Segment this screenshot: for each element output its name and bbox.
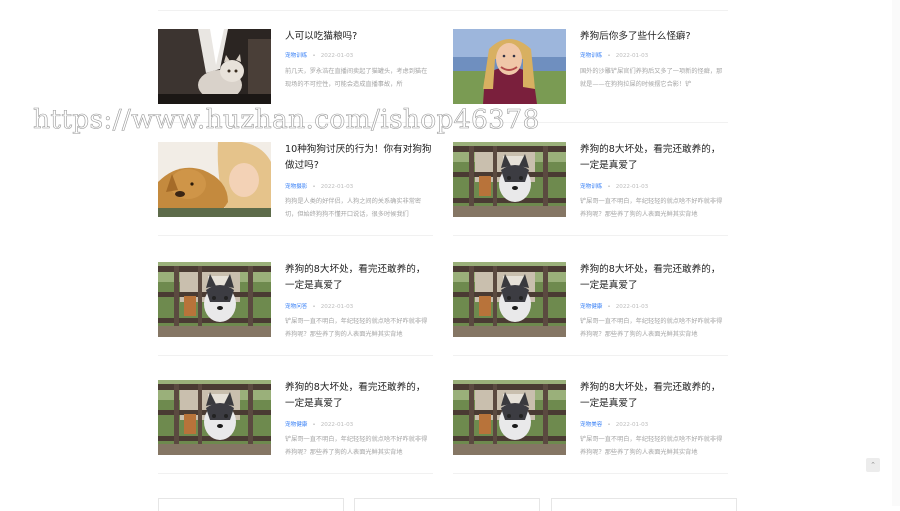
article-thumbnail[interactable]	[158, 29, 271, 104]
article-category[interactable]: 宠物健康	[580, 304, 602, 310]
top-divider	[158, 10, 728, 11]
article-excerpt: 前几天，罗永浩在直播间卖起了猫罐头，考虑到猫在现场的不可控性，可能会造成直播事故…	[285, 68, 428, 88]
footer-card-1	[158, 498, 344, 511]
article-title[interactable]: 养狗的8大坏处，看完还敢养的，一定是真爱了	[285, 262, 433, 294]
article-title[interactable]: 10种狗狗讨厌的行为！你有对狗狗做过吗?	[285, 142, 433, 174]
meta-separator: •	[312, 304, 316, 310]
article-date: 2022-01-03	[320, 422, 354, 428]
article-title[interactable]: 养狗的8大坏处，看完还敢养的，一定是真爱了	[580, 262, 728, 294]
article-meta: 宠物健康 • 2022-01-03	[285, 420, 353, 428]
row-divider	[453, 235, 728, 236]
article-date: 2022-01-03	[615, 53, 649, 59]
article-date: 2022-01-03	[320, 304, 354, 310]
row-divider	[158, 122, 433, 123]
article-category[interactable]: 宠物问答	[285, 304, 307, 310]
article-card[interactable]: 人可以吃猫粮吗? 宠物训练 • 2022-01-03 前几天，罗永浩在直播间卖起了猫罐头…	[158, 29, 433, 147]
article-meta: 宠物摄影 • 2022-01-03	[285, 182, 353, 190]
meta-separator: •	[312, 184, 316, 190]
article-category[interactable]: 宠物健康	[285, 422, 307, 428]
article-card[interactable]: 养狗的8大坏处，看完还敢养的，一定是真爱了宠物训练 • 2022-01-03 铲屎哥一…	[453, 142, 728, 260]
article-thumbnail[interactable]	[453, 262, 566, 337]
row-divider	[453, 122, 728, 123]
article-meta: 宠物健康 • 2022-01-03	[580, 302, 648, 310]
article-thumbnail[interactable]	[453, 142, 566, 217]
article-thumbnail[interactable]	[453, 380, 566, 455]
article-card[interactable]: 养狗的8大坏处，看完还敢养的，一定是真爱了宠物健康 • 2022-01-03 铲屎哥一…	[453, 262, 728, 380]
footer-card-3	[551, 498, 737, 511]
footer-card-2	[354, 498, 540, 511]
meta-separator: •	[607, 53, 611, 59]
article-card[interactable]: 养狗的8大坏处，看完还敢养的，一定是真爱了宠物美容 • 2022-01-03 铲屎哥一…	[453, 380, 728, 498]
article-title[interactable]: 养狗后你多了些什么怪癖?	[580, 29, 728, 45]
article-meta: 宠物问答 • 2022-01-03	[285, 302, 353, 310]
article-card[interactable]: 养狗的8大坏处，看完还敢养的，一定是真爱了宠物问答 • 2022-01-03 铲屎哥一…	[158, 262, 433, 380]
row-divider	[453, 473, 728, 474]
meta-separator: •	[607, 184, 611, 190]
article-title[interactable]: 人可以吃猫粮吗?	[285, 29, 433, 45]
article-category[interactable]: 宠物训练	[580, 53, 602, 59]
meta-separator: •	[607, 422, 611, 428]
article-date: 2022-01-03	[320, 184, 354, 190]
article-excerpt: 铲屎哥一直不明白，年纪轻轻的就点啥不好咋就非得养狗呢？那些养了狗的人表面光鲜其实…	[285, 436, 428, 456]
article-excerpt: 狗狗是人类的好伴侣，人狗之间的关系确实非常密切，但始终狗狗不懂开口说话，很多时候…	[285, 198, 422, 218]
article-excerpt: 铲屎哥一直不明白，年纪轻轻的就点啥不好咋就非得养狗呢？那些养了狗的人表面光鲜其实…	[285, 318, 428, 338]
article-meta: 宠物训练 • 2022-01-03	[580, 51, 648, 59]
article-thumbnail[interactable]	[158, 142, 271, 217]
article-category[interactable]: 宠物训练	[580, 184, 602, 190]
meta-separator: •	[312, 53, 316, 59]
article-title[interactable]: 养狗的8大坏处，看完还敢养的，一定是真爱了	[580, 380, 728, 412]
article-card[interactable]: 养狗后你多了些什么怪癖? 宠物训练 • 2022-01-03 国外的沙雕铲屎官们养狗后又…	[453, 29, 728, 147]
article-excerpt: 铲屎哥一直不明白，年纪轻轻的就点啥不好咋就非得养狗呢？那些养了狗的人表面光鲜其实…	[580, 198, 723, 218]
row-divider	[158, 473, 433, 474]
article-meta: 宠物训练 • 2022-01-03	[285, 51, 353, 59]
row-divider	[453, 355, 728, 356]
article-thumbnail[interactable]	[158, 262, 271, 337]
article-thumbnail[interactable]	[158, 380, 271, 455]
meta-separator: •	[312, 422, 316, 428]
article-excerpt: 铲屎哥一直不明白，年纪轻轻的就点啥不好咋就非得养狗呢？那些养了狗的人表面光鲜其实…	[580, 436, 723, 456]
article-card[interactable]: 养狗的8大坏处，看完还敢养的，一定是真爱了宠物健康 • 2022-01-03 铲屎哥一…	[158, 380, 433, 498]
article-category[interactable]: 宠物摄影	[285, 184, 307, 190]
article-title[interactable]: 养狗的8大坏处，看完还敢养的，一定是真爱了	[580, 142, 728, 174]
article-thumbnail[interactable]	[453, 29, 566, 104]
article-category[interactable]: 宠物训练	[285, 53, 307, 59]
article-category[interactable]: 宠物美容	[580, 422, 602, 428]
chevron-up-icon: ⌃	[870, 461, 876, 469]
article-date: 2022-01-03	[615, 184, 649, 190]
scrollbar[interactable]	[892, 0, 900, 506]
article-title[interactable]: 养狗的8大坏处，看完还敢养的，一定是真爱了	[285, 380, 433, 412]
meta-separator: •	[607, 304, 611, 310]
article-date: 2022-01-03	[615, 304, 649, 310]
row-divider	[158, 235, 433, 236]
back-to-top-button[interactable]: ⌃	[866, 458, 880, 472]
article-date: 2022-01-03	[320, 53, 354, 59]
article-meta: 宠物美容 • 2022-01-03	[580, 420, 648, 428]
article-meta: 宠物训练 • 2022-01-03	[580, 182, 648, 190]
row-divider	[158, 355, 433, 356]
article-card[interactable]: 10种狗狗讨厌的行为！你有对狗狗做过吗? 宠物摄影 • 2022-01-03 狗狗是人类…	[158, 142, 433, 260]
article-date: 2022-01-03	[615, 422, 649, 428]
article-excerpt: 铲屎哥一直不明白，年纪轻轻的就点啥不好咋就非得养狗呢？那些养了狗的人表面光鲜其实…	[580, 318, 723, 338]
article-excerpt: 国外的沙雕铲屎官们养狗后又多了一项新的怪癖，那就是——在狗狗拉屎的时候摆它合影！…	[580, 68, 723, 88]
